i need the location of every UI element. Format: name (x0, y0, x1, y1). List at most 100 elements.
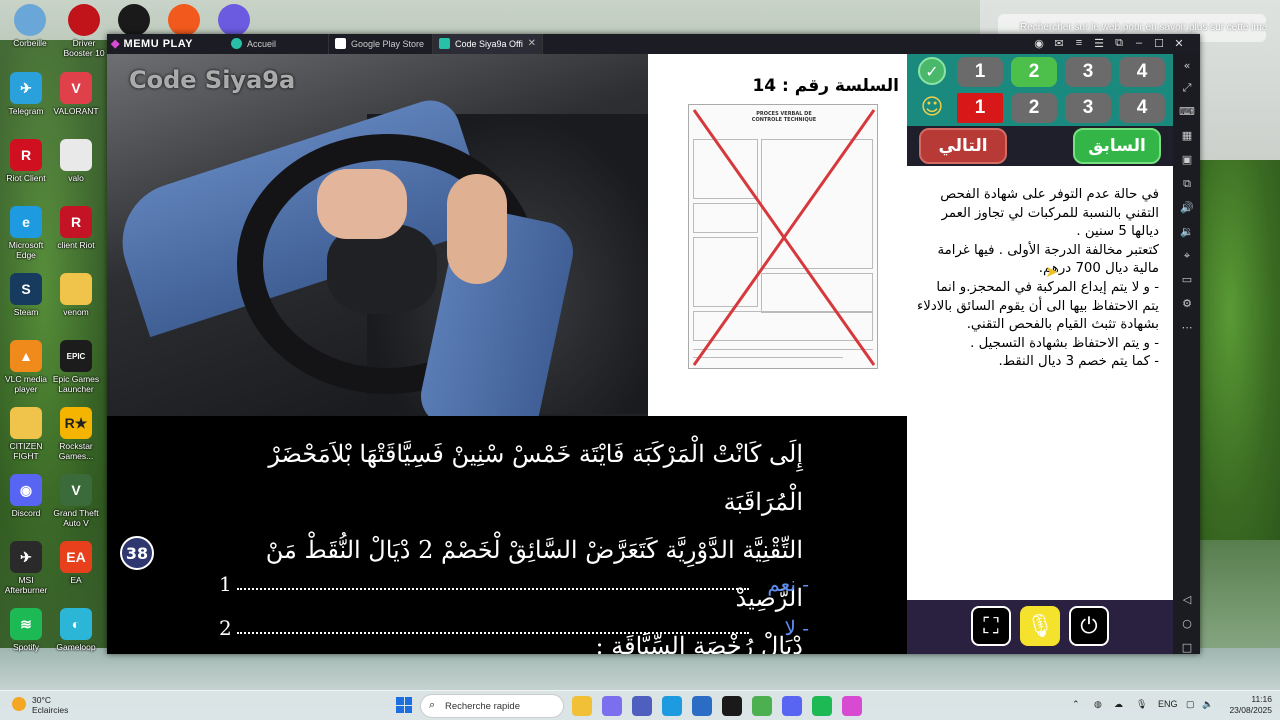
desktop-icon[interactable]: venom (50, 269, 102, 335)
show-hidden-icons[interactable]: ⌃ (1072, 699, 1080, 710)
fullscreen-icon[interactable]: ⤢ (1179, 80, 1195, 96)
user-choice-3[interactable]: 3 (1065, 93, 1111, 123)
more-icon[interactable]: ⋯ (1179, 320, 1195, 336)
folder-icon[interactable]: ▭ (1179, 272, 1195, 288)
user-choice-1[interactable]: 1 (957, 93, 1003, 123)
user-choice-4[interactable]: 4 (1119, 93, 1165, 123)
next-button[interactable]: التالي (919, 128, 1007, 164)
desktop-icon[interactable]: Driver Booster 10 (58, 0, 110, 66)
language-indicator[interactable]: ENG (1158, 699, 1178, 709)
brave-icon (168, 4, 200, 36)
chrome-icon[interactable] (752, 696, 772, 716)
home-circle-icon[interactable]: ○ (1179, 616, 1195, 632)
windows-start-icon[interactable] (396, 697, 412, 713)
taskbar-clock[interactable]: 11:16 23/08/2025 (1222, 694, 1272, 716)
previous-button[interactable]: السابق (1073, 128, 1161, 164)
desktop-icon-label: VLC media player (4, 374, 48, 394)
store-icon[interactable] (692, 696, 712, 716)
teams-icon[interactable] (632, 696, 652, 716)
desktop-icon[interactable]: CITIZEN FIGHT (0, 403, 52, 469)
folder-icon (10, 407, 42, 439)
question-number: 38 (120, 536, 154, 570)
memu-icon[interactable] (842, 696, 862, 716)
desktop-icon[interactable]: Corbeille (4, 0, 56, 66)
weather-temp: 30°C (32, 695, 51, 705)
desktop-icon-label: venom (63, 307, 89, 317)
explanation-line: - و لا يتم إيداع المركبة في المحجز.و انم… (917, 279, 1159, 333)
collapse-icon[interactable]: « (1179, 58, 1195, 74)
mouse-cursor-icon: ➤ (1045, 262, 1059, 281)
mail-icon[interactable]: ✉ (1051, 37, 1067, 50)
telegram-icon: ✈ (10, 72, 42, 104)
desktop-icon[interactable]: ≋ Spotify (0, 604, 52, 670)
check-icon: ✓ (918, 57, 946, 85)
power-icon[interactable]: ⏻ (1069, 606, 1109, 646)
desktop-icon[interactable]: valo (50, 135, 102, 201)
weather-widget[interactable]: 30°C Eclaircies (12, 695, 68, 715)
cloud-icon[interactable]: ☁ (1114, 699, 1123, 710)
desktop-icon[interactable]: e Microsoft Edge (0, 202, 52, 268)
mic-tray-icon[interactable]: 🎙 (1136, 699, 1147, 710)
desktop-icon[interactable]: EA EA (50, 537, 102, 603)
rpm-icon[interactable]: ▣ (1179, 152, 1195, 168)
answer-option-2[interactable]: 2 - لا (219, 616, 809, 646)
question-area: إِلَى كَانْتْ الْمَرْكَبَة فَايْتَة خَمْ… (107, 416, 907, 654)
tab-accueil[interactable]: Accueil (225, 34, 329, 54)
answer-number: 2 (219, 616, 232, 640)
tab-google-play-store[interactable]: Google Play Store (329, 34, 433, 54)
taskbar-search[interactable]: ⌕ Recherche rapide (420, 694, 564, 718)
tray-app-icon[interactable]: ◍ (1094, 699, 1102, 710)
multi-window-icon[interactable]: ⧉ (1179, 176, 1195, 192)
answer-option-1[interactable]: 1 - نعم (219, 572, 809, 602)
network-icon[interactable]: ▢ (1186, 699, 1195, 710)
copilot-icon[interactable] (602, 696, 622, 716)
account-icon[interactable]: ◉ (1031, 37, 1047, 50)
edge-icon[interactable] (662, 696, 682, 716)
close-tab-icon[interactable]: ✕ (528, 38, 536, 49)
volume-down-icon[interactable]: 🔉 (1179, 224, 1195, 240)
memu-logo-text: MEMU PLAY (123, 38, 194, 50)
list-icon[interactable]: ☰ (1091, 37, 1107, 50)
ea-icon: EA (60, 541, 92, 573)
desktop-icon[interactable]: ◉ Discord (0, 470, 52, 536)
desktop-icon[interactable]: EPIC Epic Games Launcher (50, 336, 102, 402)
desktop-icon[interactable]: V VALORANT (50, 68, 102, 134)
desktop-icon-label: client Riot (57, 240, 95, 250)
virtualization-icon[interactable]: ▦ (1179, 128, 1195, 144)
desktop-icon[interactable]: ◐ Gameloop (50, 604, 102, 670)
screenshot-icon[interactable]: ⛶ (971, 606, 1011, 646)
desktop-icon-label: Driver Booster 10 (63, 38, 105, 58)
spotify-icon[interactable] (812, 696, 832, 716)
location-icon[interactable]: ⌖ (1179, 248, 1195, 264)
volume-icon[interactable]: 🔈 (1202, 699, 1213, 710)
microphone-icon[interactable]: 🎙 (1020, 606, 1060, 646)
back-icon[interactable]: ◁ (1179, 592, 1195, 608)
menu-icon[interactable]: ≡ (1071, 37, 1087, 49)
discord-icon[interactable] (782, 696, 802, 716)
recent-apps-icon[interactable]: □ (1179, 640, 1195, 656)
logitech-g-icon (118, 4, 150, 36)
file-explorer-icon[interactable] (572, 696, 592, 716)
maximize-icon[interactable]: ☐ (1151, 37, 1167, 50)
keyboard-icon[interactable]: ⌨ (1179, 104, 1195, 120)
answer-dots (237, 632, 749, 634)
minimize-icon[interactable]: – (1131, 37, 1147, 49)
desktop-icon[interactable]: R Riot Client (0, 135, 52, 201)
desktop-icon[interactable]: Rclient Riot (50, 202, 102, 268)
desktop-icon[interactable]: V Grand Theft Auto V (50, 470, 102, 536)
desktop-icon-label: Telegram (8, 106, 44, 116)
desktop-icon[interactable]: R★ Rockstar Games... (50, 403, 102, 469)
desktop-icon[interactable]: ✈ MSI Afterburner (0, 537, 52, 603)
settings-icon[interactable]: ⚙ (1179, 296, 1195, 312)
logitech-icon[interactable] (722, 696, 742, 716)
restore-icon[interactable]: ⧉ (1111, 37, 1127, 50)
microsoft-copilot-icon (218, 4, 250, 36)
memu-window: ◆ MEMU PLAY Accueil Google Play Store Co… (107, 34, 1200, 654)
desktop-icon[interactable]: S Steam (0, 269, 52, 335)
desktop-icon[interactable]: ✈ Telegram (0, 68, 52, 134)
close-icon[interactable]: ✕ (1171, 37, 1187, 50)
desktop-icon[interactable]: ▲ VLC media player (0, 336, 52, 402)
volume-up-icon[interactable]: 🔊 (1179, 200, 1195, 216)
user-choice-2[interactable]: 2 (1011, 93, 1057, 123)
tab-code-siya9a[interactable]: Code Siya9a Offi ✕ (433, 34, 543, 54)
